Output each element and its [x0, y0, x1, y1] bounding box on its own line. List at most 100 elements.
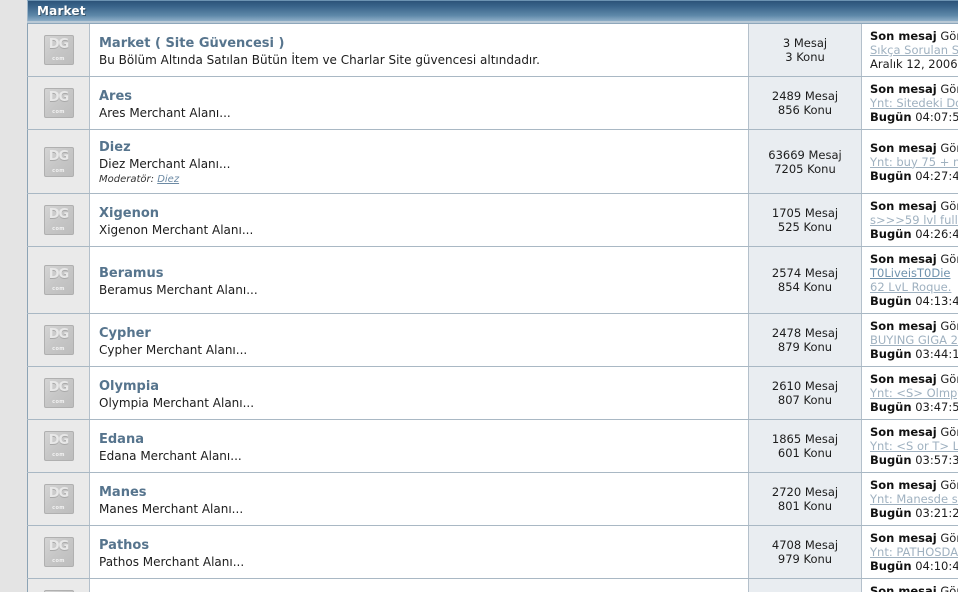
lastpost-date-label: Bugün [870, 227, 912, 241]
lastpost-sender-line: Son mesaj Gönderen: [870, 252, 958, 266]
forum-title-link[interactable]: Cypher [99, 326, 151, 342]
forum-folder-icon-sub: com [52, 505, 65, 511]
category-title: Market [37, 4, 86, 18]
forum-title-link[interactable]: Manes [99, 485, 147, 501]
forum-title-link[interactable]: Xigenon [99, 206, 159, 222]
category-header-market[interactable]: Market [27, 0, 958, 21]
forum-topic-count: 879 Konu [777, 340, 833, 354]
forum-row: DG com Edana Edana Merchant Alanı... 1865 Me… [27, 419, 958, 473]
forum-stats-cell: 2478 Mesaj 879 Konu [748, 313, 862, 367]
lastpost-sender-line: Son mesaj Gönderen: reci_nihat [870, 531, 958, 545]
lastpost-date-line: Bugün 04:07:59 ÖS [870, 110, 958, 124]
forum-description: Pathos Merchant Alanı... [99, 554, 245, 569]
lastpost-label: Son mesaj [870, 531, 937, 545]
lastpost-topic-link[interactable]: 62 LvL Roque. [870, 280, 951, 294]
lastpost-sender-line: Son mesaj Gönderen: ChameLeoN [870, 319, 958, 333]
forum-lastpost-cell: Son mesaj Gönderen:T0LiveisT0Die62 LvL R… [861, 246, 958, 314]
forum-title-link[interactable]: Olympia [99, 379, 159, 395]
lastpost-sender-label: Gönderen: [940, 531, 958, 545]
forum-title-link[interactable]: Diez [99, 140, 131, 156]
forum-description: Cypher Merchant Alanı... [99, 342, 248, 357]
lastpost-time: 04:26:46 ÖS [915, 227, 958, 241]
lastpost-date-label: Aralık 12, 2006, [870, 57, 958, 71]
forum-info-cell: Manes Manes Merchant Alanı... [89, 472, 749, 526]
lastpost-topic-line: 62 LvL Roque. [870, 280, 958, 294]
lastpost-date-line: Bugün 04:27:42 ÖS [870, 169, 958, 183]
forum-title-link[interactable]: Edana [99, 432, 144, 448]
forum-post-count: 2489 Mesaj [771, 89, 839, 103]
forum-icon-cell: DG com [27, 366, 90, 420]
forum-topic-count: 601 Konu [777, 446, 833, 460]
forum-folder-icon-main: DG [48, 486, 69, 501]
lastpost-sender-line: Son mesaj Gönderen: Lyncher [870, 82, 958, 96]
lastpost-date-label: Bugün [870, 506, 912, 520]
lastpost-topic-link[interactable]: s>>>59 lvl full item(+8 ... [870, 213, 958, 227]
forum-lastpost-cell: Son mesaj Gönderen: SephiRotHYnt: <S> Ol… [861, 366, 958, 420]
lastpost-topic-link[interactable]: BUYING GIGA 2H [870, 333, 958, 347]
forum-row: DG com Diez Diez Merchant Alanı... Moderatör… [27, 129, 958, 194]
lastpost-topic-link[interactable]: Ynt: <S> Olmpyada lwl 63... [870, 386, 958, 400]
lastpost-date-label: Bugün [870, 110, 912, 124]
lastpost-date-label: Bugün [870, 168, 912, 183]
forum-folder-icon: DG com [43, 205, 74, 235]
forum-icon-cell: DG com [27, 246, 90, 314]
forum-post-count: 63669 Mesaj [768, 147, 842, 162]
lastpost-time: 03:21:27 ÖS [915, 506, 958, 520]
lastpost-topic-link[interactable]: Ynt: Sitedeki Dolandırıc... [870, 96, 958, 110]
forum-row: DG com Cypher Cypher Merchant Alanı... 2478 … [27, 313, 958, 367]
forum-folder-icon: DG com [43, 378, 74, 408]
forum-folder-icon: DG com [43, 88, 74, 118]
forum-description: Bu Bölüm Altında Satılan Bütün İtem ve C… [99, 52, 540, 67]
lastpost-date-label: Bugün [870, 294, 912, 308]
lastpost-label: Son mesaj [870, 584, 937, 592]
forum-title-link[interactable]: Beramus [99, 266, 163, 282]
forum-lastpost-cell: Son mesaj Gönderen: Lo[T]uSYnt: <S or T>… [861, 419, 958, 473]
forum-row: DG com Pathos Pathos Merchant Alanı... 4708 … [27, 525, 958, 579]
forum-stats-cell: 4708 Mesaj 979 Konu [748, 525, 862, 579]
lastpost-topic-link[interactable]: Ynt: <S or T> LvL 66 War... [870, 439, 958, 453]
lastpost-sender-label: Gönderen: [940, 478, 958, 492]
forum-post-count: 2574 Mesaj [771, 266, 839, 280]
forum-title-link[interactable]: Market ( Site Güvencesi ) [99, 36, 284, 52]
forum-folder-icon: DG com [43, 431, 74, 461]
forum-info-cell: Cypher Cypher Merchant Alanı... [89, 313, 749, 367]
lastpost-sender-label: Gönderen: [940, 252, 958, 266]
lastpost-topic-line: Ynt: PATHOSDA İTEM VEREN... [870, 545, 958, 559]
lastpost-date-line: Bugün 04:13:43 ÖS [870, 294, 958, 308]
lastpost-time: 04:27:42 ÖS [915, 168, 958, 183]
forum-icon-cell: DG com [27, 76, 90, 130]
forum-folder-icon-sub: com [52, 109, 65, 115]
forum-row: DGcomLogosLogos Merchant Alanı...2376 Me… [27, 578, 958, 592]
lastpost-topic-line: Ynt: Manesde satılık baz... [870, 492, 958, 506]
forum-topic-count: 3 Konu [785, 50, 825, 64]
forum-folder-icon: DG com [43, 537, 74, 567]
forum-topic-count: 7205 Konu [774, 161, 836, 176]
lastpost-sender-label: Gönderen: [940, 372, 958, 386]
forum-icon-cell: DG com [27, 193, 90, 247]
forum-folder-icon: DG com [43, 484, 74, 514]
forum-lastpost-cell: Son mesaj Gönderen: ClitSıkça Sorulan So… [861, 24, 958, 77]
forum-title-link[interactable]: Pathos [99, 538, 149, 554]
forum-info-cell: Xigenon Xigenon Merchant Alanı... [89, 193, 749, 247]
lastpost-user-link[interactable]: T0LiveisT0Die [870, 266, 950, 280]
lastpost-topic-link[interactable]: Ynt: PATHOSDA İTEM VEREN... [870, 545, 958, 559]
lastpost-date-line: Bugün 03:44:19 ÖS [870, 347, 958, 361]
lastpost-label: Son mesaj [870, 252, 937, 266]
moderator-name-link[interactable]: Diez [157, 174, 179, 185]
lastpost-time: 03:44:19 ÖS [915, 347, 958, 361]
forum-info-cell: Diez Diez Merchant Alanı... Moderatör: Die… [89, 129, 749, 194]
lastpost-topic-link[interactable]: Ynt: Manesde satılık baz... [870, 492, 958, 506]
lastpost-topic-link[interactable]: Sıkça Sorulan Sorular [870, 43, 958, 57]
lastpost-sender-label: Gönderen: [940, 29, 958, 43]
lastpost-label: Son mesaj [870, 140, 937, 155]
lastpost-topic-line: BUYING GIGA 2H [870, 333, 958, 347]
lastpost-label: Son mesaj [870, 319, 937, 333]
forum-title-link[interactable]: Ares [99, 89, 132, 105]
lastpost-sender-line: Son mesaj Gönderen: IIRoosterII [870, 584, 958, 592]
lastpost-topic-link[interactable]: Ynt: buy 75 + mage and ı... [870, 155, 958, 169]
lastpost-label: Son mesaj [870, 82, 937, 96]
forum-lastpost-cell: Son mesaj Gönderen: IIRoosterIIS>>>61 lv… [861, 578, 958, 592]
lastpost-topic-line: Sıkça Sorulan Sorular [870, 43, 958, 57]
forum-folder-icon-sub: com [52, 167, 65, 174]
lastpost-sender-line: Son mesaj Gönderen: Lo[T]uS [870, 425, 958, 439]
